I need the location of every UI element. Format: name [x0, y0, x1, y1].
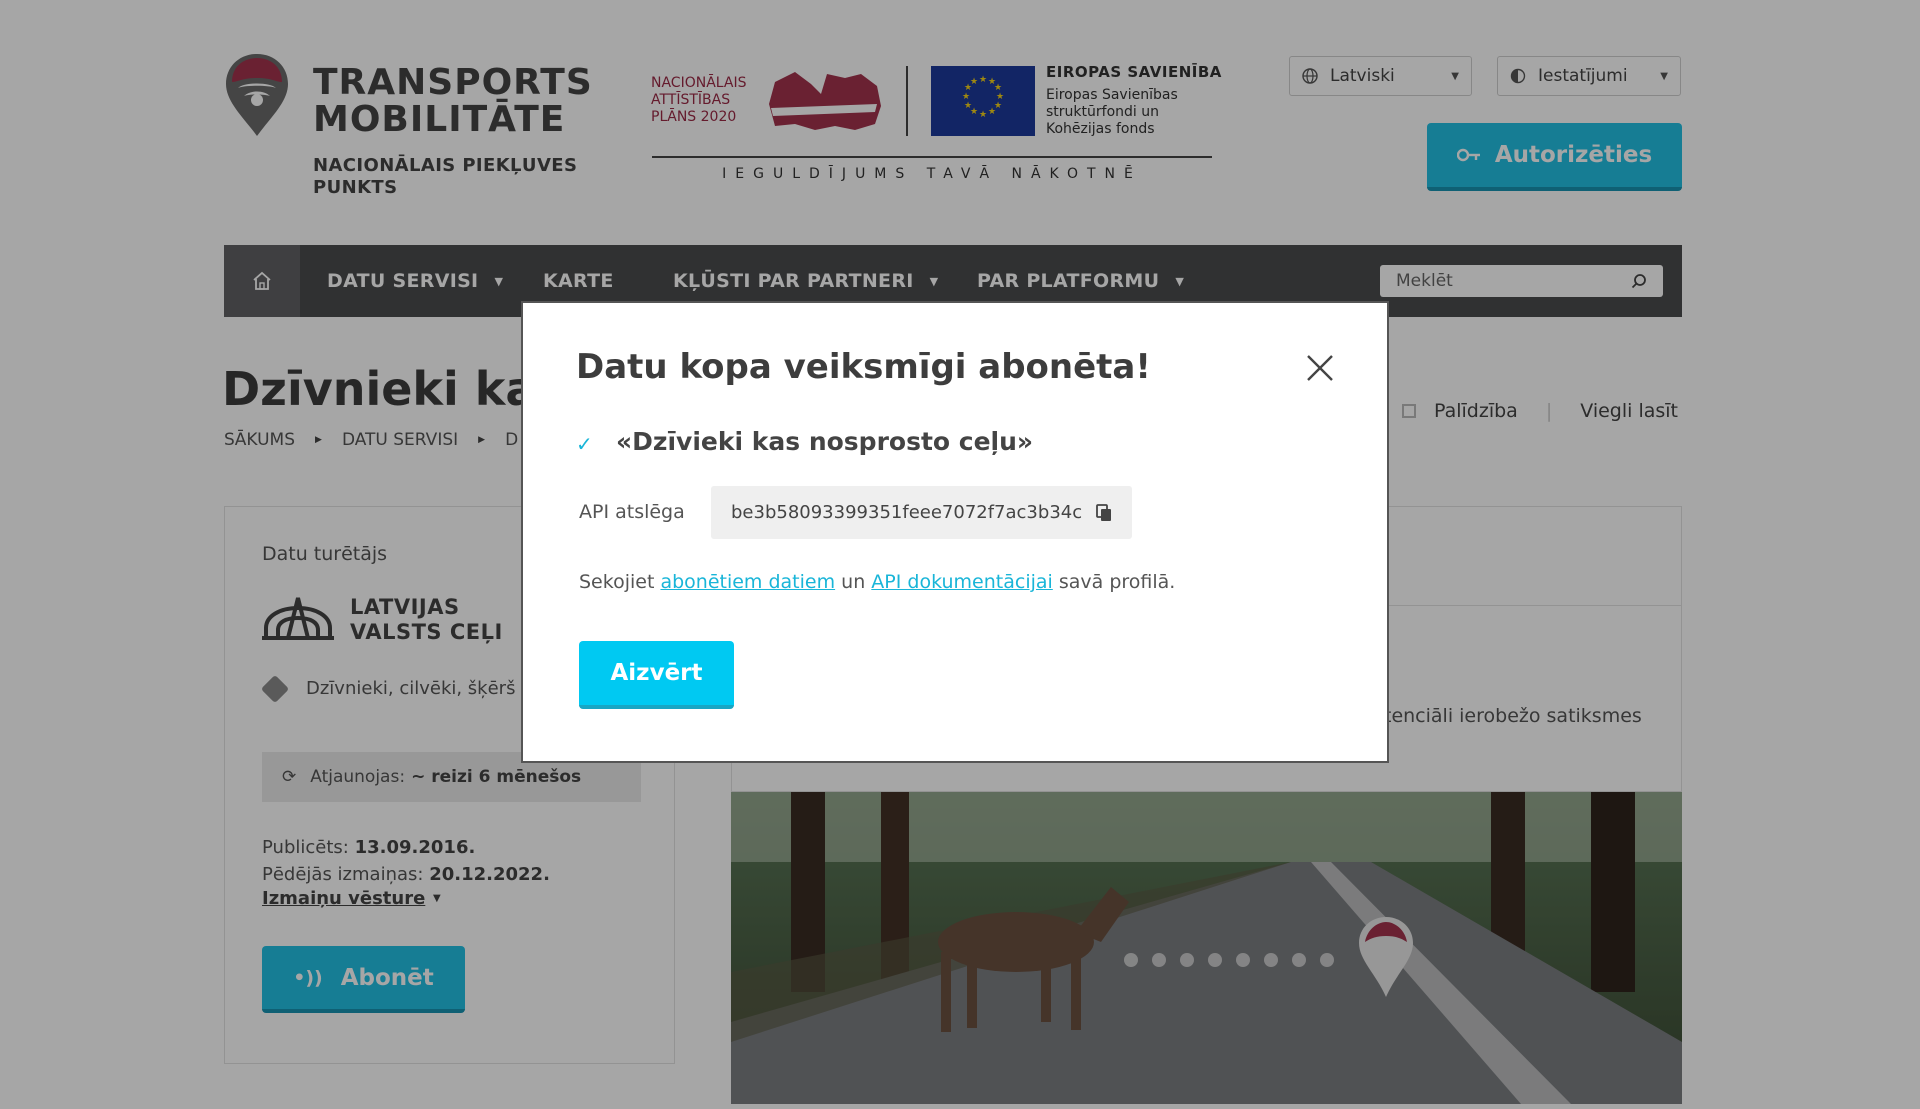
page: TRANSPORTS MOBILITĀTE NACIONĀLAIS PIEKĻU…	[0, 0, 1920, 1109]
dialog-title: Datu kopa veiksmīgi abonēta!	[576, 347, 1151, 387]
api-key-label: API atslēga	[579, 501, 685, 523]
follow-prefix: Sekojiet	[579, 571, 655, 593]
close-button[interactable]: Aizvērt	[579, 641, 734, 709]
follow-instructions: Sekojiet abonētiem datiem un API dokumen…	[579, 571, 1175, 593]
api-documentation-link[interactable]: API dokumentācijai	[871, 571, 1053, 593]
checkmark-icon: ✓	[576, 432, 593, 456]
close-icon[interactable]	[1305, 353, 1335, 383]
api-key-value: be3b580933993​51feee7072f7ac3b34c	[731, 502, 1083, 523]
api-key-field[interactable]: be3b580933993​51feee7072f7ac3b34c	[711, 486, 1132, 539]
follow-middle: un	[841, 571, 866, 593]
copy-icon[interactable]	[1096, 503, 1112, 522]
subscribed-data-link[interactable]: abonētiem datiem	[660, 571, 835, 593]
follow-suffix: savā profilā.	[1058, 571, 1176, 593]
subscribed-dataset-name: «Dzīvieki kas nosprosto ceļu»	[616, 427, 1034, 456]
subscription-success-dialog: Datu kopa veiksmīgi abonēta! ✓ «Dzīvieki…	[521, 301, 1389, 763]
